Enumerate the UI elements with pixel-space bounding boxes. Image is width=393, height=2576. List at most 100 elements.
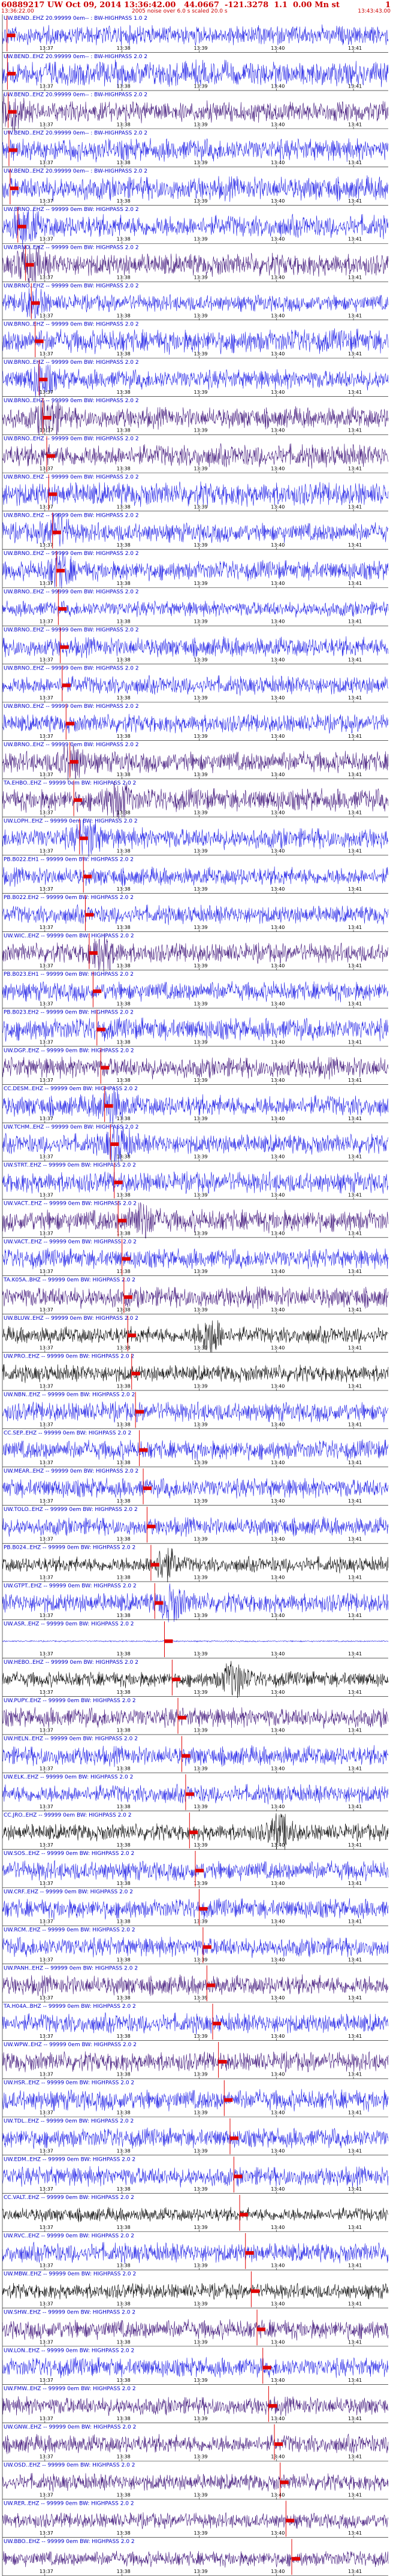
trace-row: 13:37 13:38 13:39 13:40 13:41 CC.SEP..EHZ -- … [2,1430,389,1468]
x-tick-label: 13:37 [40,428,53,433]
x-tick-label: 13:37 [40,848,53,853]
x-tick-label: 13:41 [348,504,362,509]
trace-row: 13:37 13:38 13:39 13:40 13:41 UW.TOLO..EHZ --… [2,1506,389,1544]
x-tick-label: 13:37 [40,1193,53,1198]
x-tick-label: 13:37 [40,2378,53,2383]
x-tick-label: 13:37 [40,84,53,89]
waveform [2,1936,389,1958]
station-label: UW.TOLO..EHZ -- 99999 0em BW: HIGHPASS 2… [4,1507,138,1513]
station-label: UW.BRNO..EHZ -- 99999 0em BW: HIGHPASS 2… [4,321,139,327]
x-tick-label: 13:37 [40,810,53,816]
pick-marker [185,1792,194,1796]
x-tick-label: 13:38 [117,1766,131,1771]
x-tick-label: 13:38 [117,1346,131,1351]
x-tick-label: 13:41 [348,2569,362,2574]
x-tick-label: 13:39 [194,1039,207,1045]
x-tick-label: 13:38 [117,1842,131,1848]
x-tick-label: 13:38 [117,2263,131,2269]
trace-row: 13:37 13:38 13:39 13:40 13:41 CC.DESM..EHZ --… [2,1086,389,1124]
waveform [2,2319,389,2341]
waveform [2,24,389,46]
x-tick-label: 13:39 [194,734,207,739]
station-label: UW.BRNO..EHZ -- 99999 0em BW: HIGHPASS 2… [4,474,139,480]
pick-marker [49,492,58,496]
station-label: UW.HELN..EHZ -- 99999 0em BW: HIGHPASS 2… [4,1736,138,1742]
x-tick-label: 13:40 [271,1728,285,1733]
trace-row: 13:37 13:38 13:39 13:40 13:41 CC.JRO..EHZ -- … [2,1812,389,1850]
waveform [2,2433,389,2454]
station-label: UW.PRO..EHZ -- 99999 0em BW: HIGHPASS 2.… [4,1354,134,1360]
x-tick-label: 13:41 [348,848,362,853]
x-tick-label: 13:39 [194,695,207,701]
station-label: UW.BEND..EHZ 20.99999 0em-- : BW-HIGHPAS… [4,16,147,22]
x-tick-label: 13:41 [348,390,362,395]
x-tick-label: 13:37 [40,1422,53,1427]
pick-marker [74,798,83,802]
pick-marker [189,1830,198,1835]
x-tick-label: 13:41 [348,160,362,165]
x-tick-label: 13:39 [194,2569,207,2574]
x-tick-label: 13:40 [271,1230,285,1236]
x-tick-label: 13:38 [117,1383,131,1389]
trace-row: 13:37 13:38 13:39 13:40 13:41 UW.BRNO..EHZ --… [2,245,389,284]
station-label: UW.STRT..EHZ -- 99999 0em BW: HIGHPASS 2… [4,1163,136,1169]
x-tick-label: 13:39 [194,2301,207,2306]
x-tick-label: 13:41 [348,772,362,777]
x-tick-label: 13:39 [194,2186,207,2192]
seismogram-plot: 13:37 13:38 13:39 13:40 13:41 UW.BEND..EHZ 20… [2,14,389,2576]
pick-marker [182,1754,191,1758]
x-tick-label: 13:37 [40,1230,53,1236]
trace-row: 13:37 13:38 13:39 13:40 13:41 UW.VACT..EHZ --… [2,1200,389,1239]
x-tick-label: 13:40 [271,1422,285,1427]
event-lon: -121.3278 [224,1,269,10]
x-tick-label: 13:37 [40,1995,53,2001]
x-tick-label: 13:38 [117,504,131,509]
x-tick-label: 13:41 [348,2339,362,2345]
station-label: UW.BLUW..EHZ -- 99999 0em BW: HIGHPASS 2… [4,1316,138,1322]
station-label: CC.JRO..EHZ -- 99999 0em BW: HIGHPASS 2.… [4,1812,131,1818]
x-tick-label: 13:40 [271,275,285,280]
x-tick-label: 13:40 [271,1842,285,1848]
station-label: UW.ASR..EHZ -- 99999 0em BW: HIGHPASS 2.… [4,1621,134,1627]
x-tick-label: 13:39 [194,1498,207,1504]
x-tick-label: 13:41 [348,1422,362,1427]
station-label: PB.B022.EH2 -- 99999 0em BW: HIGHPASS 2.… [4,895,134,901]
x-tick-label: 13:39 [194,1269,207,1274]
x-tick-label: 13:38 [117,619,131,625]
x-tick-label: 13:40 [271,1537,285,1542]
x-tick-label: 13:41 [348,1039,362,1045]
x-tick-label: 13:39 [194,542,207,548]
x-tick-label: 13:39 [194,1383,207,1389]
station-label: UW.BRNO..EHZ -- 99999 0em BW: HIGHPASS 2… [4,360,139,366]
station-label: UW.BEND..EHZ 20.99999 0em-- : BW-HIGHPAS… [4,168,147,174]
waveform [2,2550,389,2568]
x-tick-label: 13:39 [194,963,207,969]
x-tick-label: 13:39 [194,1346,207,1351]
trace-row: 13:37 13:38 13:39 13:40 13:41 UW.BEND..EHZ 20… [2,168,389,206]
trace-row: 13:37 13:38 13:39 13:40 13:41 UW.BRNO..EHZ --… [2,283,389,321]
x-tick-label: 13:39 [194,2072,207,2077]
waveform [2,2127,389,2149]
station-label: UW.BRNO..EHZ -- 99999 0em BW: HIGHPASS 2… [4,551,139,557]
station-label: UW.MBW..EHZ -- 99999 0em BW: HIGHPASS 2.… [4,2272,136,2278]
x-tick-label: 13:41 [348,428,362,433]
pick-marker [234,2174,243,2179]
x-tick-label: 13:38 [117,1651,131,1657]
x-tick-label: 13:39 [194,2378,207,2383]
trace-row: 13:37 13:38 13:39 13:40 13:41 UW.BRNO..EHZ --… [2,321,389,359]
waveform [2,443,389,469]
station-label: TA.K05A..BHZ -- 99999 0em BW: HIGHPASS 2… [3,1277,135,1283]
x-tick-label: 13:38 [117,1002,131,1007]
trace-row: 13:37 13:38 13:39 13:40 13:41 UW.PRO..EHZ -- … [2,1353,389,1391]
station-label: UW.DGP..EHZ -- 99999 0em BW: HIGHPASS 2.… [4,1048,134,1054]
pick-marker [195,1869,204,1873]
x-tick-label: 13:38 [117,1230,131,1236]
x-tick-label: 13:37 [40,619,53,625]
x-tick-label: 13:38 [117,2301,131,2306]
station-label: UW.CRF..EHZ -- 99999 0em BW: HIGHPASS 2.… [4,1889,133,1895]
x-tick-label: 13:41 [348,237,362,242]
station-label: PB.B023.EH2 -- 99999 0em BW: HIGHPASS 2.… [4,1010,134,1016]
waveform [2,1364,389,1383]
x-tick-label: 13:37 [40,1537,53,1542]
trace-row: 13:37 13:38 13:39 13:40 13:41 UW.BRNO..EHZ --… [2,360,389,398]
